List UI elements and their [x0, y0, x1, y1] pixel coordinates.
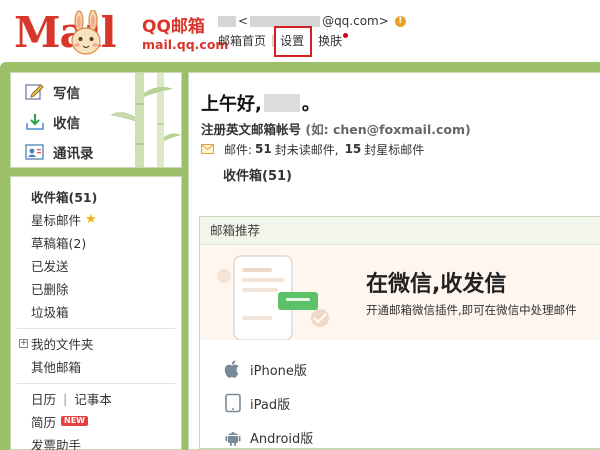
folder-deleted[interactable]: 已删除	[31, 279, 69, 297]
my-folders-label: 我的文件夹	[31, 336, 94, 352]
bamboo-decoration-icon	[111, 73, 181, 167]
receive-button[interactable]: 收信	[25, 111, 80, 133]
iphone-label: iPhone版	[250, 363, 307, 379]
contacts-button[interactable]: 通讯录	[25, 141, 94, 163]
download-iphone[interactable]: iPhone版	[224, 358, 307, 380]
calendar-link[interactable]: 日历	[31, 389, 56, 408]
register-alias-link[interactable]: 注册英文邮箱帐号 (如: chen@foxmail.com)	[201, 119, 471, 138]
inbox-download-icon	[26, 114, 44, 130]
phone-illustration-icon	[217, 255, 329, 340]
android-label: Android版	[250, 431, 314, 447]
calendar-notes-row: 日历 | 记事本	[31, 389, 112, 407]
starred-count[interactable]: 15	[345, 142, 362, 156]
banner-subtitle: 开通邮箱微信插件,即可在微信中处理邮件	[366, 303, 577, 317]
apple-icon	[224, 360, 239, 378]
folder-drafts[interactable]: 草稿箱(2)	[31, 233, 86, 251]
warning-icon[interactable]: !	[394, 15, 406, 27]
settings-highlight-box	[274, 26, 312, 57]
nav-skin[interactable]: 换肤	[318, 32, 342, 49]
folder-spam[interactable]: 垃圾箱	[31, 302, 69, 320]
download-android[interactable]: Android版	[224, 426, 313, 448]
account-suffix: @qq.com>	[322, 14, 389, 28]
rabbit-mascot-icon	[71, 10, 101, 55]
wechat-banner[interactable]: 在微信,收发信 开通邮箱微信插件,即可在微信中处理邮件	[200, 246, 600, 340]
expand-plus-icon[interactable]: +	[19, 338, 28, 348]
divider	[17, 383, 175, 384]
main-panel: 上午好, 。 注册英文邮箱帐号 (如: chen@foxmail.com) 邮件…	[188, 72, 600, 450]
greeting-suffix: 。	[301, 94, 320, 115]
compose-label: 写信	[53, 86, 80, 102]
ipad-icon	[225, 393, 241, 413]
my-folders[interactable]: + 我的文件夹	[19, 334, 94, 352]
folder-inbox[interactable]: 收件箱(51)	[31, 187, 97, 205]
brand-domain: mail.qq.com	[142, 37, 229, 52]
recommend-heading: 邮箱推荐	[200, 217, 600, 245]
recommend-panel: 邮箱推荐 在微信,收发信 开通邮箱微信插件,即可在微信中处理邮件 iPhone版…	[199, 216, 600, 449]
unread-count[interactable]: 51	[255, 142, 272, 156]
resume-label: 简历	[31, 414, 57, 430]
stats-label: 邮件:	[224, 142, 253, 157]
other-mailboxes[interactable]: 其他邮箱	[31, 357, 81, 375]
qq-mail-logo[interactable]: Mail QQ邮箱 mail.qq.com	[14, 8, 228, 58]
new-badge: NEW	[61, 416, 88, 426]
unread-text: 封未读邮件,	[274, 142, 339, 157]
envelope-icon	[201, 144, 214, 154]
alias-example: (如: chen@foxmail.com)	[305, 122, 471, 137]
quick-actions: 写信 收信 通讯录	[10, 72, 182, 168]
sidebar: 写信 收信 通讯录 收件箱(51) 星标邮件 ★ 草稿箱(2) 已发送 已删除 …	[10, 72, 182, 450]
folder-starred[interactable]: 星标邮件 ★	[31, 210, 97, 228]
new-dot-icon	[343, 32, 349, 38]
compose-button[interactable]: 写信	[25, 81, 80, 103]
inbox-link[interactable]: 收件箱(51)	[223, 165, 292, 184]
star-icon: ★	[85, 211, 97, 227]
android-icon	[225, 432, 241, 446]
download-ipad[interactable]: iPad版	[224, 392, 290, 414]
masked-nickname	[218, 15, 236, 27]
starred-text: 封星标邮件	[364, 142, 425, 157]
invoice-assistant-link[interactable]: 发票助手	[31, 435, 81, 450]
banner-title: 在微信,收发信	[366, 272, 507, 297]
brand-name: QQ邮箱	[142, 17, 205, 37]
folder-list: 收件箱(51) 星标邮件 ★ 草稿箱(2) 已发送 已删除 垃圾箱 + 我的文件…	[10, 176, 182, 450]
receive-label: 收信	[53, 116, 80, 132]
greeting: 上午好, 。	[201, 91, 320, 115]
greeting-prefix: 上午好,	[201, 94, 262, 115]
divider	[17, 328, 175, 329]
nav-mail-home[interactable]: 邮箱首页	[218, 32, 266, 49]
masked-username	[263, 94, 300, 112]
calendar-separator: |	[63, 390, 68, 406]
contacts-label: 通讯录	[53, 146, 94, 162]
folder-starred-label: 星标邮件	[31, 212, 82, 228]
resume-link[interactable]: 简历 NEW	[31, 412, 88, 430]
notes-link[interactable]: 记事本	[74, 389, 112, 408]
folder-sent[interactable]: 已发送	[31, 256, 69, 274]
compose-icon	[25, 84, 44, 100]
account-prefix: <	[238, 14, 249, 28]
mail-stats: 邮件: 51 封未读邮件, 15 封星标邮件	[201, 141, 424, 157]
masked-account-id	[250, 15, 321, 27]
alias-title: 注册英文邮箱帐号	[201, 122, 302, 137]
contacts-icon	[25, 144, 44, 160]
ipad-label: iPad版	[250, 397, 291, 413]
